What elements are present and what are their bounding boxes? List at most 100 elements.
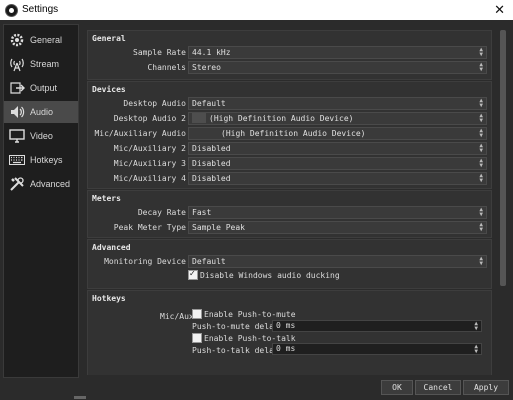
disable-ducking-checkbox[interactable] — [188, 269, 198, 280]
window-title: Settings — [22, 4, 59, 15]
chevron-updown-icon: ▲ ▼ — [479, 61, 483, 73]
push-to-talk-delay-input[interactable]: 0 ms ▲ ▼ — [272, 343, 482, 355]
push-to-talk-label: Enable Push-to-talk — [204, 334, 296, 343]
desktop-audio-select[interactable]: Default ▲ ▼ — [188, 97, 487, 110]
mic-aux-3-value: Disabled — [192, 159, 231, 168]
meters-group: Meters Decay Rate Fast ▲ ▼ Peak Meter Typ… — [87, 190, 492, 238]
devices-group: Devices Desktop Audio Default ▲ ▼ Desktop… — [87, 81, 492, 189]
peak-meter-type-label: Peak Meter Type — [113, 223, 186, 232]
sidebar-item-label: Audio — [30, 107, 54, 117]
sidebar-item-general[interactable]: General — [4, 29, 78, 51]
monitoring-device-select[interactable]: Default ▲ ▼ — [188, 255, 487, 268]
mic-aux-audio-select[interactable]: (High Definition Audio Device) ▲ ▼ — [188, 127, 487, 140]
group-title: General — [92, 34, 126, 43]
push-to-talk-delay-value: 0 ms — [276, 344, 296, 353]
sidebar-item-label: Video — [30, 131, 53, 141]
sidebar-item-advanced[interactable]: Advanced — [4, 173, 78, 195]
push-to-mute-checkbox[interactable] — [192, 309, 202, 319]
hotkeys-group: Hotkeys Mic/Aux Enable Push-to-mute Push… — [87, 290, 492, 375]
peak-meter-type-select[interactable]: Sample Peak ▲ ▼ — [188, 221, 487, 234]
desktop-audio-2-label: Desktop Audio 2 — [113, 114, 186, 123]
sample-rate-label: Sample Rate — [133, 48, 186, 57]
decay-rate-value: Fast — [192, 208, 212, 217]
chevron-updown-icon: ▲ ▼ — [479, 172, 483, 184]
push-to-mute-delay-value: 0 ms — [276, 321, 296, 330]
channels-select[interactable]: Stereo ▲ ▼ — [188, 61, 487, 74]
gear-icon — [10, 33, 24, 47]
push-to-mute-delay-label: Push-to-mute delay — [192, 322, 279, 331]
output-icon — [10, 82, 25, 94]
group-title: Hotkeys — [92, 294, 126, 303]
push-to-talk-delay-label: Push-to-talk delay — [192, 346, 279, 355]
mic-aux-3-select[interactable]: Disabled ▲ ▼ — [188, 157, 487, 170]
settings-sidebar: General Stream Output Audio Video Hotkey… — [3, 24, 79, 378]
chevron-updown-icon: ▲ ▼ — [479, 221, 483, 233]
channels-label: Channels — [147, 63, 186, 72]
mic-aux-2-select[interactable]: Disabled ▲ ▼ — [188, 142, 487, 155]
monitor-icon — [9, 129, 25, 143]
desktop-audio-value: Default — [192, 99, 226, 108]
sample-rate-value: 44.1 kHz — [192, 48, 231, 57]
antenna-icon — [10, 58, 24, 72]
cancel-button[interactable]: Cancel — [415, 380, 461, 395]
obs-logo-icon — [5, 4, 18, 17]
spinner-arrows-icon[interactable]: ▲ ▼ — [474, 321, 478, 332]
sidebar-item-label: Output — [30, 83, 58, 93]
group-title: Devices — [92, 85, 126, 94]
desktop-audio-2-select[interactable]: (High Definition Audio Device) ▲ ▼ — [188, 112, 487, 125]
sidebar-item-video[interactable]: Video — [4, 125, 78, 147]
mic-aux-3-label: Mic/Auxiliary 3 — [113, 159, 186, 168]
sidebar-item-label: Hotkeys — [30, 155, 63, 165]
desktop-audio-label: Desktop Audio — [123, 99, 186, 108]
apply-button[interactable]: Apply — [463, 380, 509, 395]
chevron-updown-icon: ▲ ▼ — [479, 127, 483, 139]
decay-rate-label: Decay Rate — [137, 208, 186, 217]
sidebar-item-output[interactable]: Output — [4, 77, 78, 99]
chevron-updown-icon: ▲ ▼ — [479, 97, 483, 109]
keyboard-icon — [9, 155, 25, 165]
chevron-updown-icon: ▲ ▼ — [479, 112, 483, 124]
resize-grip — [74, 396, 86, 399]
push-to-talk-checkbox[interactable] — [192, 333, 202, 343]
disable-ducking-label: Disable Windows audio ducking — [200, 271, 340, 280]
device-name-redacted — [192, 128, 218, 138]
chevron-updown-icon: ▲ ▼ — [479, 142, 483, 154]
monitoring-device-value: Default — [192, 257, 226, 266]
vertical-scrollbar[interactable] — [499, 26, 508, 374]
chevron-updown-icon: ▲ ▼ — [479, 46, 483, 58]
ok-button[interactable]: OK — [381, 380, 413, 395]
sidebar-item-hotkeys[interactable]: Hotkeys — [4, 149, 78, 171]
push-to-mute-label: Enable Push-to-mute — [204, 310, 296, 319]
chevron-updown-icon: ▲ ▼ — [479, 157, 483, 169]
mic-aux-4-select[interactable]: Disabled ▲ ▼ — [188, 172, 487, 185]
group-title: Advanced — [92, 243, 131, 252]
mic-aux-2-label: Mic/Auxiliary 2 — [113, 144, 186, 153]
sidebar-item-label: Advanced — [30, 179, 71, 189]
hotkey-source-label: Mic/Aux — [160, 312, 194, 321]
chevron-updown-icon: ▲ ▼ — [479, 255, 483, 267]
chevron-updown-icon: ▲ ▼ — [479, 206, 483, 218]
sidebar-item-stream[interactable]: Stream — [4, 53, 78, 75]
sidebar-item-audio[interactable]: Audio — [4, 101, 78, 123]
close-icon[interactable]: ✕ — [494, 2, 505, 18]
spinner-arrows-icon[interactable]: ▲ ▼ — [474, 344, 478, 355]
audio-settings-panel: General Sample Rate 44.1 kHz ▲ ▼ Channels… — [84, 25, 498, 375]
general-group: General Sample Rate 44.1 kHz ▲ ▼ Channels… — [87, 30, 492, 80]
peak-meter-type-value: Sample Peak — [192, 223, 245, 232]
desktop-audio-2-value: (High Definition Audio Device) — [209, 114, 354, 123]
mic-aux-audio-value: (High Definition Audio Device) — [221, 129, 366, 138]
channels-value: Stereo — [192, 63, 221, 72]
title-bar: Settings ✕ — [0, 0, 513, 20]
tools-icon — [10, 177, 24, 191]
mic-aux-4-value: Disabled — [192, 174, 231, 183]
mic-aux-4-label: Mic/Auxiliary 4 — [113, 174, 186, 183]
device-name-redacted — [192, 113, 206, 123]
scrollbar-thumb[interactable] — [500, 30, 506, 286]
mic-aux-audio-label: Mic/Auxiliary Audio — [94, 129, 186, 138]
decay-rate-select[interactable]: Fast ▲ ▼ — [188, 206, 487, 219]
speaker-icon — [11, 106, 25, 118]
group-title: Meters — [92, 194, 121, 203]
push-to-mute-delay-input[interactable]: 0 ms ▲ ▼ — [272, 320, 482, 332]
sample-rate-select[interactable]: 44.1 kHz ▲ ▼ — [188, 46, 487, 59]
advanced-group: Advanced Monitoring Device Default ▲▼ Di… — [87, 239, 492, 289]
